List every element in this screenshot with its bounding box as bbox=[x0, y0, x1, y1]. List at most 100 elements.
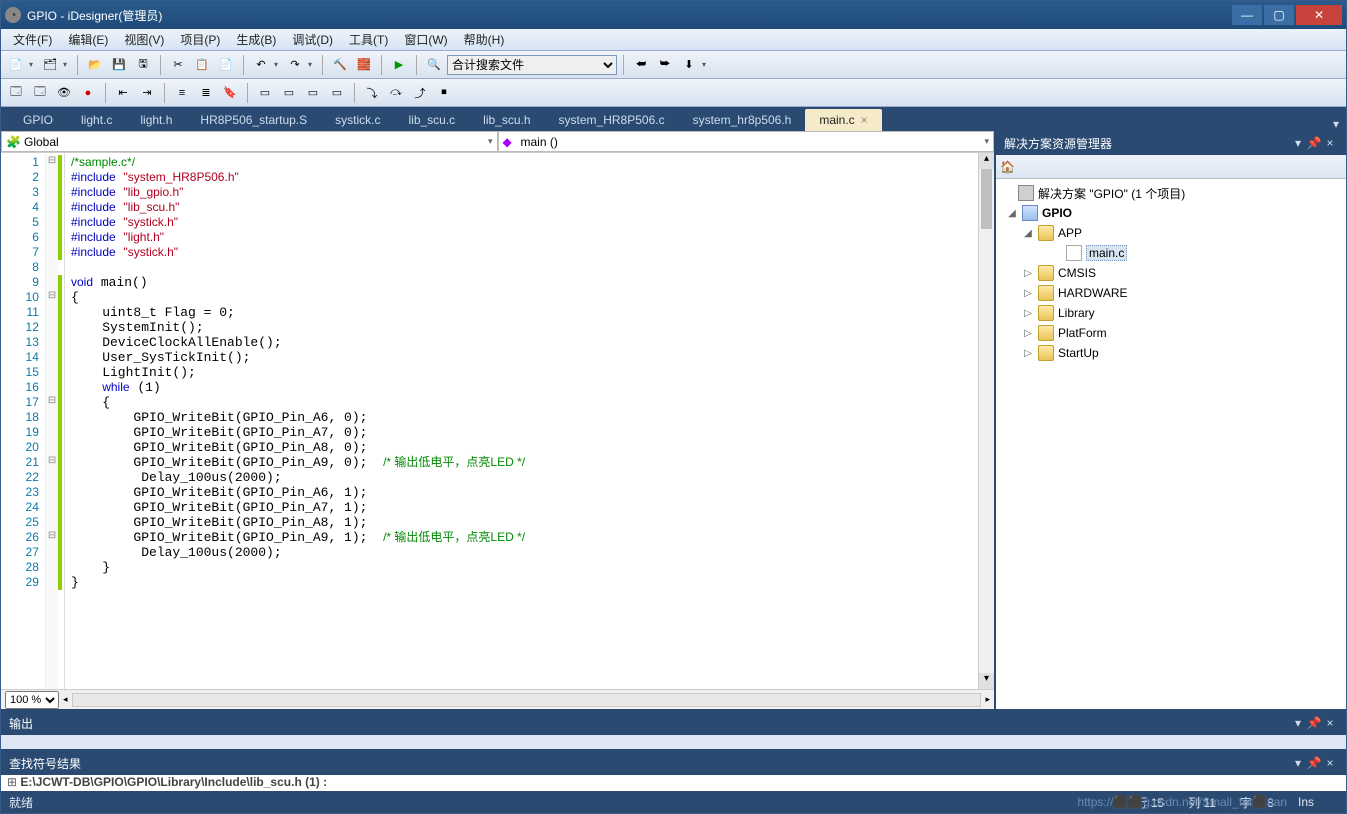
stop-button[interactable]: ⏹ bbox=[433, 82, 455, 104]
tab-startup-s[interactable]: HR8P506_startup.S bbox=[186, 109, 321, 131]
document-tabs: GPIO light.c light.h HR8P506_startup.S s… bbox=[1, 107, 1346, 131]
run-button[interactable]: ▶ bbox=[388, 54, 410, 76]
step-into-button[interactable]: ⤵ bbox=[361, 82, 383, 104]
tab-main-c[interactable]: main.c× bbox=[805, 109, 881, 131]
indent-right-button[interactable]: ⇥ bbox=[136, 82, 158, 104]
close-button[interactable]: ✕ bbox=[1296, 5, 1342, 25]
expand-icon[interactable]: ◢ bbox=[1022, 228, 1034, 239]
undo-button[interactable]: ↶ bbox=[250, 54, 272, 76]
window1-button[interactable]: ▭ bbox=[254, 82, 276, 104]
editor-hscrollbar[interactable] bbox=[72, 693, 982, 707]
paste-button[interactable]: 📄 bbox=[215, 54, 237, 76]
tree-folder-cmsis[interactable]: ▷ CMSIS bbox=[1002, 263, 1340, 283]
registers-button[interactable]: 🗔 bbox=[5, 82, 27, 104]
expand-icon[interactable]: ⊞ bbox=[7, 775, 20, 789]
bookmark-button[interactable]: 🔖 bbox=[219, 82, 241, 104]
expand-icon[interactable]: ▷ bbox=[1022, 288, 1034, 299]
tree-folder-hardware[interactable]: ▷ HARDWARE bbox=[1002, 283, 1340, 303]
tree-folder-platform[interactable]: ▷ PlatForm bbox=[1002, 323, 1340, 343]
menu-tools[interactable]: 工具(T) bbox=[341, 29, 396, 50]
code-editor[interactable]: 1234567891011121314151617181920212223242… bbox=[1, 153, 994, 689]
tree-file-main-c[interactable]: main.c bbox=[1002, 243, 1340, 263]
find-button[interactable]: 🔍 bbox=[423, 54, 445, 76]
find-body[interactable]: ⊞ E:\JCWT-DB\GPIO\GPIO\Library\Include\l… bbox=[1, 775, 1346, 791]
output-body[interactable] bbox=[1, 735, 1346, 749]
toolbar-debug: 🗔 🗔 👁 ● ⇤ ⇥ ≡ ≣ 🔖 ▭ ▭ ▭ ▭ ⤵ ⤼ ⤴ ⏹ bbox=[1, 79, 1346, 107]
tree-project[interactable]: ◢ GPIO bbox=[1002, 203, 1340, 223]
step-over-button[interactable]: ⤼ bbox=[385, 82, 407, 104]
nav-fwd-button[interactable]: ⮩ bbox=[654, 54, 676, 76]
redo-button[interactable]: ↷ bbox=[284, 54, 306, 76]
tab-gpio[interactable]: GPIO bbox=[9, 109, 67, 131]
maximize-button[interactable]: ▢ bbox=[1264, 5, 1294, 25]
new-project-button[interactable]: 🗂 bbox=[39, 54, 61, 76]
step-out-button[interactable]: ⤴ bbox=[409, 82, 431, 104]
minimize-button[interactable]: — bbox=[1232, 5, 1262, 25]
expand-icon[interactable]: ▷ bbox=[1022, 308, 1034, 319]
member-combo[interactable]: ◆ main () ▾ bbox=[498, 131, 995, 152]
watch-button[interactable]: 👁 bbox=[53, 82, 75, 104]
tree-folder-startup[interactable]: ▷ StartUp bbox=[1002, 343, 1340, 363]
panel-close-button[interactable]: × bbox=[1322, 136, 1338, 150]
tab-system-h[interactable]: system_hr8p506.h bbox=[679, 109, 806, 131]
menu-view[interactable]: 视图(V) bbox=[116, 29, 172, 50]
expand-icon[interactable]: ▷ bbox=[1022, 348, 1034, 359]
menu-help[interactable]: 帮助(H) bbox=[456, 29, 513, 50]
comment-button[interactable]: ≡ bbox=[171, 82, 193, 104]
tab-libscu-c[interactable]: lib_scu.c bbox=[394, 109, 469, 131]
breakpoints-button[interactable]: ● bbox=[77, 82, 99, 104]
cut-button[interactable]: ✂ bbox=[167, 54, 189, 76]
build-button[interactable]: 🔨 bbox=[329, 54, 351, 76]
indent-left-button[interactable]: ⇤ bbox=[112, 82, 134, 104]
nav-back-button[interactable]: ⮨ bbox=[630, 54, 652, 76]
tree-folder-app[interactable]: ◢ APP bbox=[1002, 223, 1340, 243]
panel-dropdown-button[interactable]: ▾ bbox=[1290, 716, 1306, 730]
editor-vscrollbar[interactable]: ▴ ▾ bbox=[978, 153, 994, 689]
panel-pin-button[interactable]: 📌 bbox=[1306, 136, 1322, 150]
tab-light-c[interactable]: light.c bbox=[67, 109, 126, 131]
memory-button[interactable]: 🗔 bbox=[29, 82, 51, 104]
panel-dropdown-button[interactable]: ▾ bbox=[1290, 756, 1306, 770]
tree-folder-library[interactable]: ▷ Library bbox=[1002, 303, 1340, 323]
tree-solution-root[interactable]: 解决方案 "GPIO" (1 个项目) bbox=[1002, 183, 1340, 203]
menu-edit[interactable]: 编辑(E) bbox=[60, 29, 116, 50]
menu-build[interactable]: 生成(B) bbox=[228, 29, 284, 50]
scope-combo[interactable]: 🧩 Global ▾ bbox=[1, 131, 498, 152]
new-file-button[interactable]: 📄 bbox=[5, 54, 27, 76]
tab-light-h[interactable]: light.h bbox=[126, 109, 186, 131]
tab-system-c[interactable]: system_HR8P506.c bbox=[545, 109, 679, 131]
panel-pin-button[interactable]: 📌 bbox=[1306, 716, 1322, 730]
code-content[interactable]: /*sample.c*/ #include "system_HR8P506.h"… bbox=[65, 153, 978, 689]
tab-systick-c[interactable]: systick.c bbox=[321, 109, 394, 131]
menu-debug[interactable]: 调试(D) bbox=[284, 29, 341, 50]
fold-column[interactable]: ⊟ ⊟ ⊟⊟ ⊟ bbox=[45, 155, 58, 689]
expand-icon[interactable]: ◢ bbox=[1006, 208, 1018, 219]
expand-icon[interactable]: ▷ bbox=[1022, 328, 1034, 339]
tabs-overflow-button[interactable]: ▾ bbox=[1326, 117, 1346, 131]
window4-button[interactable]: ▭ bbox=[326, 82, 348, 104]
tab-close-icon[interactable]: × bbox=[861, 113, 868, 127]
panel-dropdown-button[interactable]: ▾ bbox=[1290, 136, 1306, 150]
panel-close-button[interactable]: × bbox=[1322, 716, 1338, 730]
copy-button[interactable]: 📋 bbox=[191, 54, 213, 76]
solution-tree[interactable]: 解决方案 "GPIO" (1 个项目) ◢ GPIO ◢ APP main.c … bbox=[996, 179, 1346, 709]
panel-pin-button[interactable]: 📌 bbox=[1306, 756, 1322, 770]
tab-libscu-h[interactable]: lib_scu.h bbox=[469, 109, 544, 131]
expand-icon[interactable]: ▷ bbox=[1022, 268, 1034, 279]
window2-button[interactable]: ▭ bbox=[278, 82, 300, 104]
download-button[interactable]: ⬇ bbox=[678, 54, 700, 76]
save-all-button[interactable]: 🖫 bbox=[132, 54, 154, 76]
rebuild-button[interactable]: 🧱 bbox=[353, 54, 375, 76]
panel-close-button[interactable]: × bbox=[1322, 756, 1338, 770]
menu-project[interactable]: 项目(P) bbox=[172, 29, 228, 50]
solution-home-button[interactable]: 🏠 bbox=[1000, 160, 1015, 174]
window3-button[interactable]: ▭ bbox=[302, 82, 324, 104]
uncomment-button[interactable]: ≣ bbox=[195, 82, 217, 104]
open-button[interactable]: 📂 bbox=[84, 54, 106, 76]
zoom-combo[interactable]: 100 % bbox=[5, 691, 59, 709]
menu-file[interactable]: 文件(F) bbox=[5, 29, 60, 50]
save-button[interactable]: 💾 bbox=[108, 54, 130, 76]
menu-window[interactable]: 窗口(W) bbox=[396, 29, 455, 50]
app-window: ◔ GPIO - iDesigner(管理员) — ▢ ✕ 文件(F) 编辑(E… bbox=[0, 0, 1347, 814]
search-combo[interactable]: 合计搜索文件 bbox=[447, 55, 617, 75]
